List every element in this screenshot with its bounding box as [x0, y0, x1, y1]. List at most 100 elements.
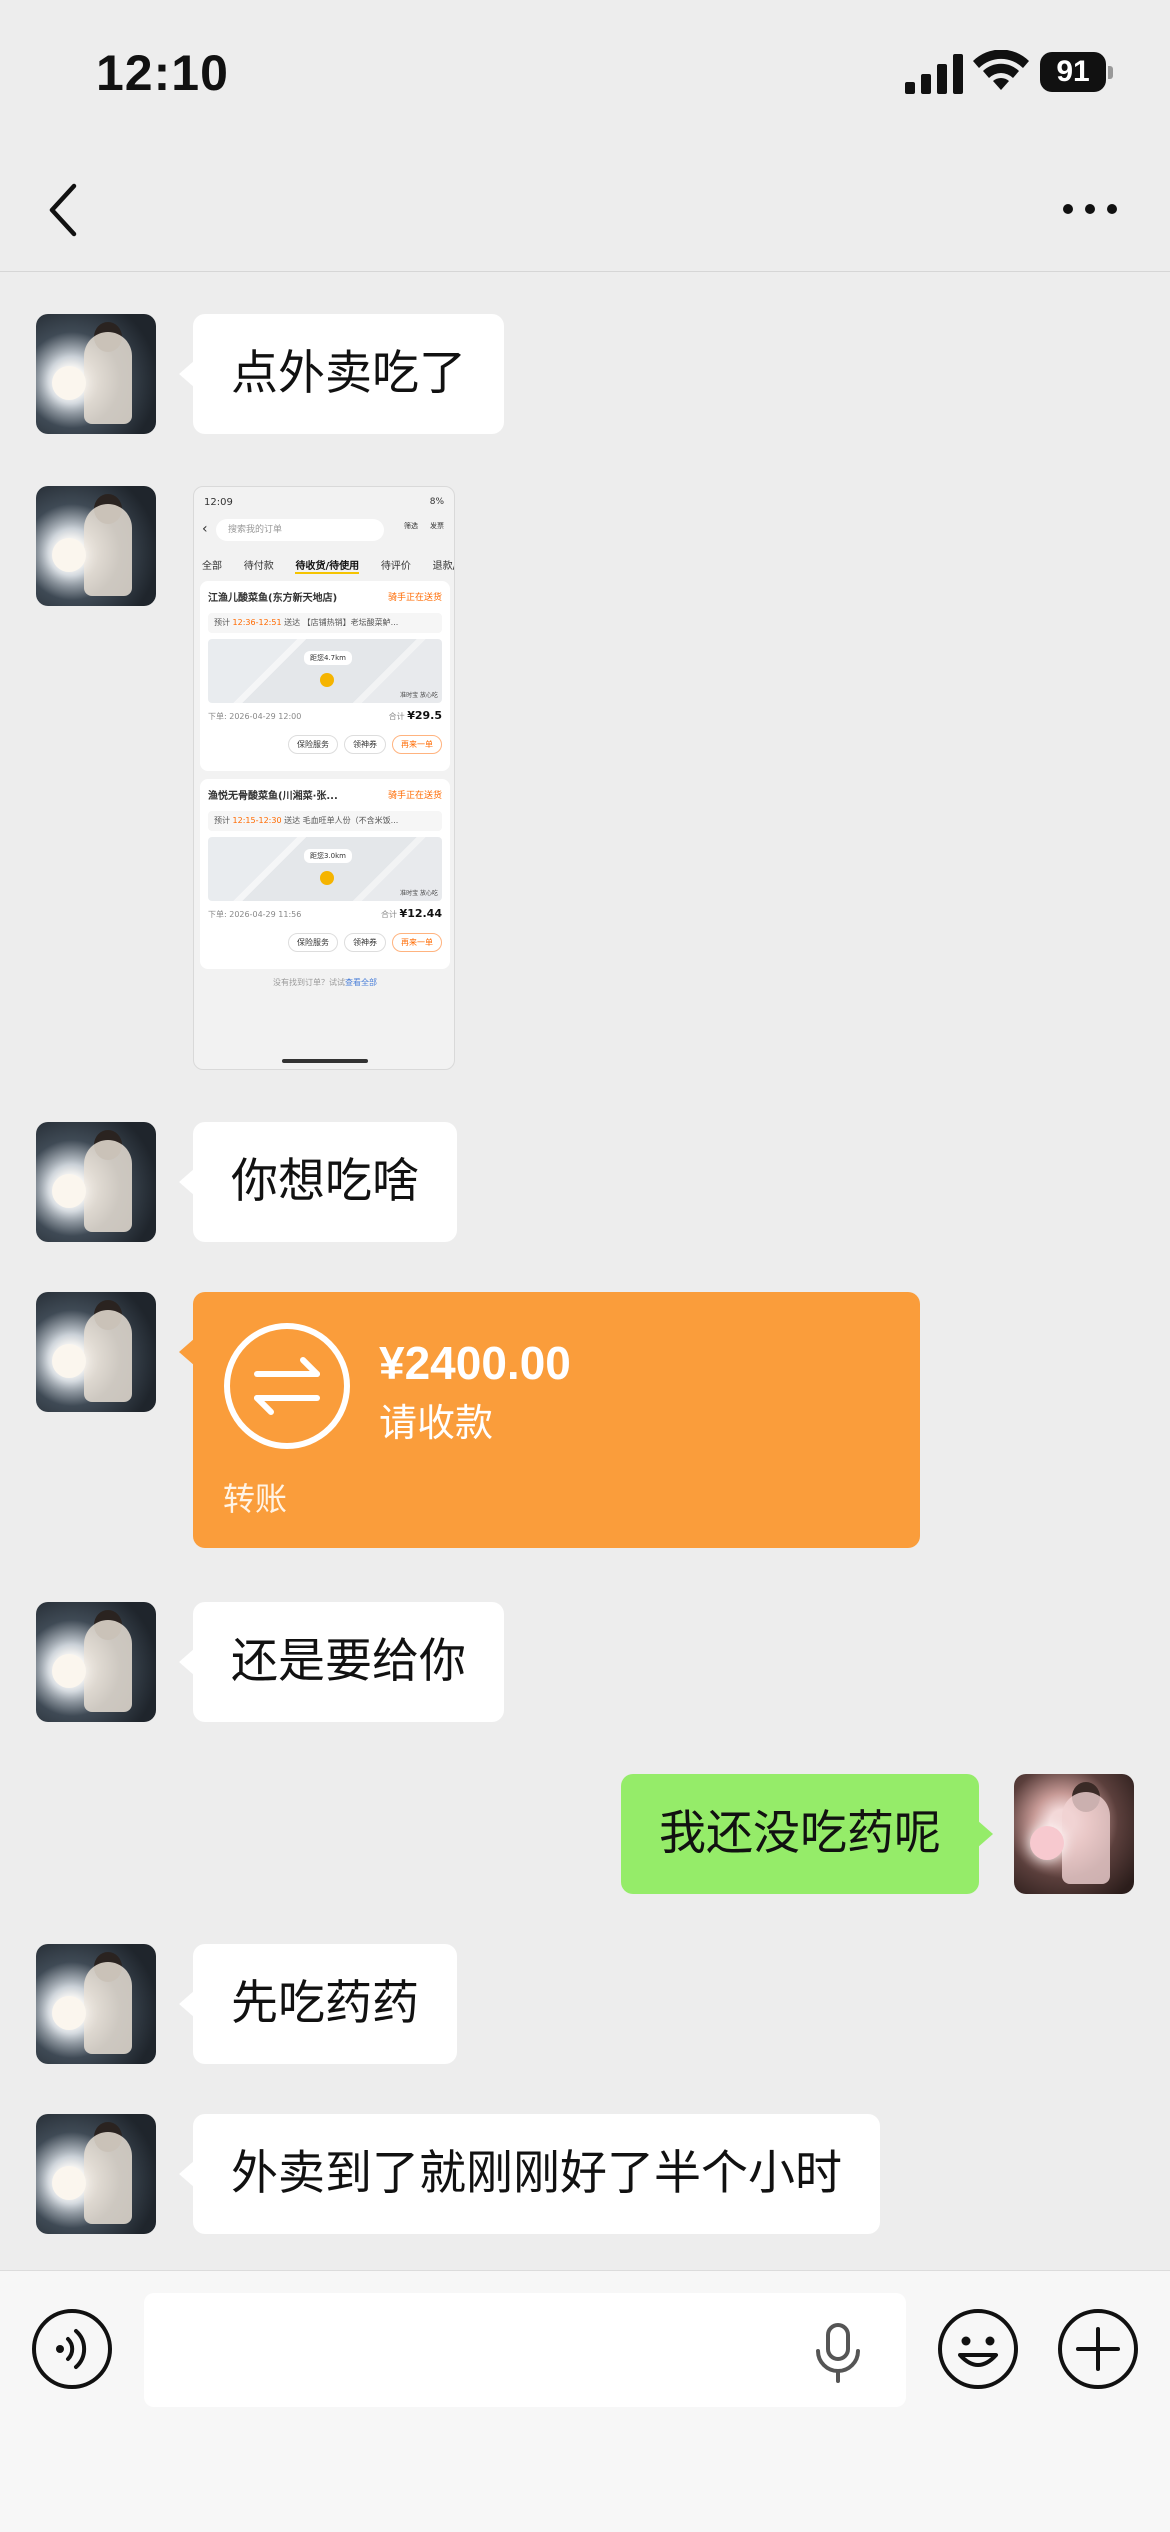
shot-footer-link: 查看全部 [345, 978, 377, 987]
voice-icon[interactable] [30, 2307, 114, 2391]
shot-search-input: 搜索我的订单 [216, 519, 384, 541]
shot-tabs: 全部 待付款 待收货/待使用 待评价 退款/ [202, 557, 455, 574]
shot-tab-active: 待收货/待使用 [295, 557, 360, 574]
battery-level: 91 [1040, 52, 1106, 92]
shot-total-value: ¥12.44 [399, 907, 442, 920]
shot-button: 再来一单 [392, 735, 442, 754]
shot-distance: 距您4.7km [304, 651, 353, 665]
contact-avatar[interactable] [36, 1602, 156, 1722]
shot-shop-name: 江渔儿酸菜鱼(东方新天地店) [208, 593, 338, 604]
shot-total: 合计 ¥12.44 [381, 907, 442, 920]
shot-eta-suffix: 送达 【店铺热销】老坛酸菜鲈... [284, 618, 399, 627]
shot-order-card: 渔悦无骨酸菜鱼(川湘菜·张... 骑手正在送货 预计 12:15-12:30 送… [200, 779, 450, 969]
shot-button: 保险服务 [288, 735, 338, 754]
avatar-flower [52, 366, 86, 400]
shot-order-state: 骑手正在送货 [387, 593, 442, 603]
shot-status-battery: 8% [429, 497, 444, 507]
shot-buttons: 保险服务 领神券 再来一单 [288, 735, 442, 754]
shot-footer-text: 没有找到订单？试试 [273, 978, 345, 987]
avatar-figure [84, 1962, 132, 2054]
battery-tip [1108, 66, 1113, 79]
shot-button: 领神券 [344, 933, 386, 952]
avatar-figure [84, 2132, 132, 2224]
transfer-status: 请收款 [379, 1401, 494, 1445]
shot-order-state: 骑手正在送货 [387, 791, 442, 801]
message-bubble[interactable]: 先吃药药 [179, 1944, 457, 2064]
rider-icon [320, 871, 334, 885]
shot-tab: 全部 [202, 561, 222, 572]
microphone-icon[interactable] [812, 2323, 864, 2383]
transfer-amount: ¥2400.00 [379, 1337, 571, 1389]
shot-eta: 预计 12:36-12:51 送达 【店铺热销】老坛酸菜鲈... [208, 613, 442, 633]
avatar-flower [52, 1996, 86, 2030]
transfer-arrows-icon [224, 1323, 350, 1449]
cellular-signal-icon [905, 54, 963, 94]
shot-total-label: 合计 [381, 910, 397, 919]
shot-eta-time: 12:36-12:51 [232, 618, 282, 627]
shot-tab: 待付款 [243, 561, 274, 572]
shot-total-value: ¥29.5 [407, 709, 442, 722]
avatar-flower [1030, 1826, 1064, 1860]
transfer-kind: 转账 [223, 1480, 288, 1518]
shot-order-card: 江渔儿酸菜鱼(东方新天地店) 骑手正在送货 预计 12:36-12:51 送达 … [200, 581, 450, 771]
shot-tags: 准时宝 放心吃 [400, 692, 438, 699]
message-bubble[interactable]: 你想吃啥 [179, 1122, 457, 1242]
shot-tab: 待评价 [380, 561, 411, 572]
shot-total-label: 合计 [388, 712, 405, 721]
ellipsis-icon[interactable] [1060, 194, 1120, 224]
contact-avatar[interactable] [36, 1122, 156, 1242]
image-message[interactable]: 12:09 8% ‹ 搜索我的订单 筛选 发票 全部 待付款 待收货/待使用 待… [193, 486, 455, 1070]
shot-eta-prefix: 预计 [214, 618, 230, 627]
my-message-bubble[interactable]: 我还没吃药呢 [621, 1774, 993, 1894]
avatar-figure [84, 332, 132, 424]
shot-back-icon: ‹ [202, 521, 208, 537]
shot-eta-time: 12:15-12:30 [232, 816, 282, 825]
avatar-figure [84, 504, 132, 596]
avatar-flower [52, 538, 86, 572]
avatar-figure [84, 1620, 132, 1712]
input-bar [0, 2270, 1170, 2532]
avatar-flower [52, 1654, 86, 1688]
contact-avatar[interactable] [36, 486, 156, 606]
message-bubble[interactable]: 外卖到了就刚刚好了半个小时 [179, 2114, 880, 2234]
shot-filter-label: 筛选 [404, 522, 418, 530]
shot-button: 领神券 [344, 735, 386, 754]
shot-status-time: 12:09 [204, 497, 233, 508]
shot-button: 保险服务 [288, 933, 338, 952]
shot-eta-prefix: 预计 [214, 816, 230, 825]
rider-icon [320, 673, 334, 687]
shot-invoice-label: 发票 [430, 522, 444, 530]
avatar-figure [1062, 1792, 1110, 1884]
shot-order-time: 下单: 2026-04-29 11:56 [208, 910, 302, 919]
emoji-icon[interactable] [936, 2307, 1020, 2391]
nav-bar [0, 150, 1170, 272]
contact-avatar[interactable] [36, 1292, 156, 1412]
contact-avatar[interactable] [36, 1944, 156, 2064]
my-avatar[interactable] [1014, 1774, 1134, 1894]
transfer-card[interactable]: ¥2400.00 请收款 转账 [179, 1292, 920, 1548]
avatar-flower [52, 1344, 86, 1378]
message-bubble[interactable]: 还是要给你 [179, 1602, 504, 1722]
battery-icon: 91 [1040, 52, 1113, 92]
message-bubble[interactable]: 点外卖吃了 [179, 314, 504, 434]
shot-order-time: 下单: 2026-04-29 12:00 [208, 712, 302, 721]
avatar-figure [84, 1310, 132, 1402]
shot-eta-suffix: 送达 毛血旺单人份（不含米饭... [284, 816, 399, 825]
shot-map: 距您4.7km 准时宝 放心吃 [208, 639, 442, 703]
plus-icon[interactable] [1056, 2307, 1140, 2391]
avatar-figure [84, 1140, 132, 1232]
avatar-flower [52, 1174, 86, 1208]
contact-avatar[interactable] [36, 2114, 156, 2234]
shot-footer: 没有找到订单？试试查看全部 [194, 977, 454, 988]
contact-avatar[interactable] [36, 314, 156, 434]
chevron-left-icon[interactable] [40, 178, 88, 242]
message-input[interactable] [144, 2293, 906, 2407]
wifi-icon [973, 50, 1029, 90]
shot-tab: 退款/ [432, 561, 455, 572]
shot-distance: 距您3.0km [304, 849, 353, 863]
shot-eta: 预计 12:15-12:30 送达 毛血旺单人份（不含米饭... [208, 811, 442, 831]
avatar-flower [52, 2166, 86, 2200]
shot-tags: 准时宝 放心吃 [400, 890, 438, 897]
shot-map: 距您3.0km 准时宝 放心吃 [208, 837, 442, 901]
shot-shop-name: 渔悦无骨酸菜鱼(川湘菜·张... [208, 791, 338, 802]
